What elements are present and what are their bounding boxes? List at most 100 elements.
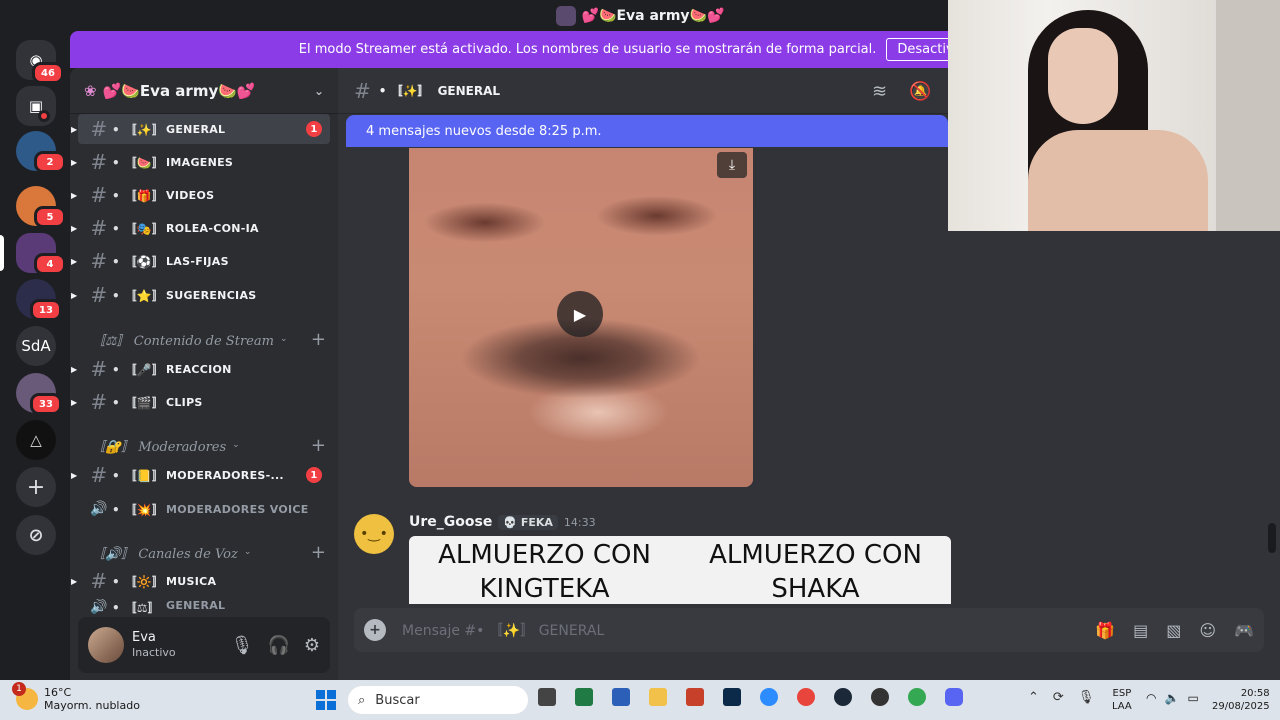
activities-gamepad-icon[interactable]: 🎮 [1234,621,1254,640]
channel-reaccion[interactable]: ▶ # • 〚🎤〛 REACCION [71,354,330,384]
weather-widget[interactable]: 1 16°C Mayorm. nublado [12,682,140,712]
keyboard-layout: LAA [1112,701,1132,712]
photoshop-icon[interactable] [723,688,741,706]
channel-deco: • 〚✨〛 [378,84,430,98]
discord-home-icon[interactable]: ◉ 46 [16,40,64,84]
explore-compass-icon[interactable]: ⊘ [16,515,56,555]
powerpoint-icon[interactable] [686,688,704,706]
battery-icon: ▭ [1187,691,1199,705]
emoji-icon[interactable]: ☺ [1199,621,1216,640]
user-status: Inactivo [132,646,176,659]
video-attachment[interactable]: ⤓ ▶ [409,148,753,487]
channel-label: LAS-FIJAS [166,254,229,268]
channel-general[interactable]: ▶ # • 〚✨〛 GENERAL 1 [71,114,330,144]
clock-time: 20:58 [1240,688,1270,699]
task-view-icon[interactable] [538,688,556,706]
guild-server-1[interactable]: 2 [16,131,66,173]
word-icon[interactable] [612,688,630,706]
weather-badge: 1 [12,682,26,696]
channel-label: VIDEOS [166,188,215,202]
image-attachment[interactable]: ALMUERZO CON KINGTEKA ALMUERZO CON SHAKA [409,536,951,604]
weather-temp: 16°C [44,686,72,699]
channel-las-fijas[interactable]: ▶ # • 〚⚽〛 LAS-FIJAS [71,246,330,276]
category-canales-de-voz[interactable]: 〚🔊〛 Canales de Voz ⌄ + [92,542,332,563]
unread-arrow-icon: ▶ [71,256,78,266]
add-server-icon[interactable]: + [16,467,56,507]
avatar[interactable] [88,627,124,663]
message-composer[interactable]: + Mensaje #• 〚✨〛 GENERAL 🎁 ▤ ▧ ☺ 🎮 [354,608,1264,652]
new-messages-bar[interactable]: 4 mensajes nuevos desde 8:25 p.m. [346,115,948,147]
excel-icon[interactable] [575,688,593,706]
wifi-icon: ◠ [1146,691,1157,705]
gear-icon[interactable]: ⚙ [304,635,320,656]
weather-text: 16°C Mayorm. nublado [44,686,140,712]
channel-label: ROLEA-CON-IA [166,221,259,235]
server-tag-badge[interactable]: 💀 FEKA [498,514,558,530]
steam-icon[interactable] [834,688,852,706]
user-name: Eva [132,630,156,645]
threads-icon[interactable]: ≋ [872,81,887,102]
language-indicator[interactable]: ESP LAA [1112,687,1132,713]
windows-start-icon[interactable] [316,690,336,710]
channel-moderadores-voice[interactable]: 🔊 • 〚💥〛 MODERADORES VOICE [78,494,330,524]
chrome-profile-icon[interactable] [908,688,926,706]
guild-server-2[interactable]: 5 [16,186,66,228]
channel-clips[interactable]: ▶ # • 〚🎬〛 CLIPS [71,387,330,417]
author-name[interactable]: Ure_Goose [409,514,492,530]
server-header[interactable]: ❀ 💕🍉Eva army🍉💕 ⌄ [70,68,338,114]
add-attachment-icon[interactable]: + [364,619,386,641]
category-moderadores[interactable]: 〚🔐〛 Moderadores ⌄ + [92,435,332,456]
guild-server-6[interactable]: 33 [16,373,62,415]
file-explorer-icon[interactable] [649,688,667,706]
server-icon [555,5,576,26]
mute-bell-icon[interactable]: 🔕 [909,81,931,102]
microphone-icon[interactable]: 🎙 [231,635,254,656]
sticker-icon[interactable]: ▧ [1166,621,1181,640]
sync-icon[interactable]: ⟳ [1053,690,1064,705]
scrollbar-thumb[interactable] [1268,523,1276,553]
disable-streamer-button[interactable]: Desactivar [886,38,948,61]
channel-general-voice[interactable]: 🔊 • 〚⚖〛 GENERAL [78,599,330,615]
guild-server-3[interactable]: 4 [16,233,66,275]
composer-icons: 🎁 ▤ ▧ ☺ 🎮 [1095,621,1254,640]
chevron-up-icon[interactable]: ⌃ [1028,690,1039,705]
category-contenido-de-stream[interactable]: 〚⚖〛 Contenido de Stream ⌄ + [92,329,332,350]
unread-arrow-icon: ▶ [71,470,78,480]
hash-icon: # [90,390,108,414]
hash-icon: # [90,117,108,141]
taskbar-search[interactable]: ⌕ Buscar [348,686,528,714]
inbox-icon[interactable]: ▣ [16,86,56,126]
channel-imagenes[interactable]: ▶ # • 〚🍉〛 IMAGENES [71,147,330,177]
obs-icon[interactable] [871,688,889,706]
discord-window: 💕🍉Eva army🍉💕 ◉ 46 ▣ 2 5 4 13 SdA 33 △ + … [0,0,1280,680]
avatar[interactable]: •‿• [354,514,394,554]
microphone-icon[interactable]: 🎙 [1078,690,1095,705]
channel-musica[interactable]: ▶ # • 〚🔆〛 MUSICA [71,566,330,596]
gift-icon[interactable]: 🎁 [1095,621,1115,640]
hash-icon: # [90,569,108,593]
status-icons[interactable]: ◠ 🔈 ▭ [1146,691,1199,705]
gif-icon[interactable]: ▤ [1133,621,1148,640]
message-input[interactable]: Mensaje #• 〚✨〛 GENERAL [402,620,604,640]
clock[interactable]: 20:58 29/08/2025 [1212,687,1270,713]
taskbar-apps [538,688,963,706]
discord-taskbar-icon[interactable] [945,688,963,706]
guild-sda[interactable]: SdA [16,326,56,366]
channel-sugerencias[interactable]: ▶ # • 〚⭐〛 SUGERENCIAS [71,280,330,310]
channel-videos[interactable]: ▶ # • 〚🎁〛 VIDEOS [71,180,330,210]
channel-label: IMAGENES [166,155,234,169]
triangle-server-icon[interactable]: △ [16,420,56,460]
chrome-icon[interactable] [797,688,815,706]
download-icon[interactable]: ⤓ [717,152,747,178]
channel-deco: • 〚✨〛 [112,122,165,137]
add-channel-icon[interactable]: + [311,542,326,563]
headphones-icon[interactable]: 🎧 [267,635,289,656]
add-channel-icon[interactable]: + [311,435,326,456]
channel-rolea-con-ia[interactable]: ▶ # • 〚🎭〛 ROLEA-CON-IA [71,213,330,243]
add-channel-icon[interactable]: + [311,329,326,350]
guild-server-4[interactable]: 13 [16,279,62,321]
play-button[interactable]: ▶ [557,291,603,337]
zoom-icon[interactable] [760,688,778,706]
channel-deco: • 〚🎭〛 [112,221,165,236]
channel-moderadores[interactable]: ▶ # • 〚📒〛 MODERADORES-... 1 [71,460,330,490]
